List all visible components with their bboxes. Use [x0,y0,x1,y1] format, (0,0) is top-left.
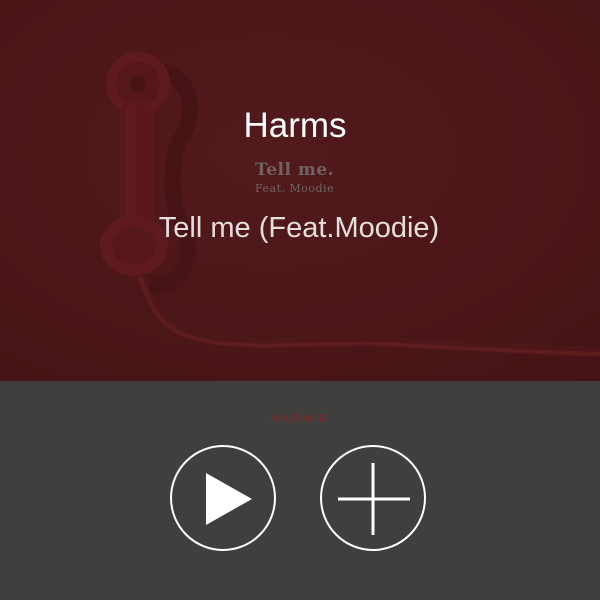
play-icon [206,473,252,525]
track-title: Tell me (Feat.Moodie) [158,212,440,244]
music-player: Tell me. Feat. Moodie Harms Tell me (Fea… [0,0,600,600]
album-title: Tell me. [255,160,335,180]
brand-label: HARMS [270,413,330,425]
add-button[interactable] [320,445,426,551]
album-cover: Tell me. Feat. Moodie Harms Tell me (Fea… [0,0,600,381]
play-button[interactable] [170,445,276,551]
artist-name: Harms [243,106,347,145]
controls-panel: HARMS [0,381,600,600]
album-subtitle: Feat. Moodie [255,182,335,195]
plus-icon [338,463,410,535]
